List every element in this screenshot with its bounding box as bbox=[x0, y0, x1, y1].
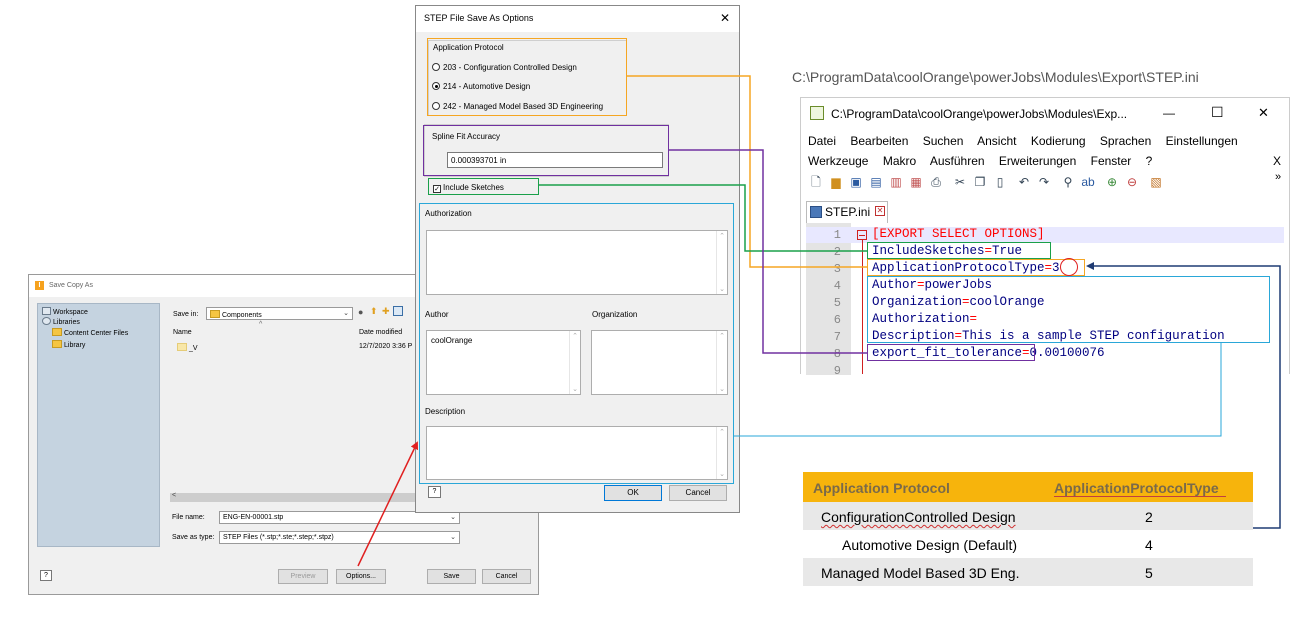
connector-app-protocol bbox=[627, 75, 867, 268]
options-to-dialog-arrow bbox=[357, 441, 419, 567]
connector-protocol-table bbox=[1086, 262, 1281, 529]
connector-include-sketches bbox=[539, 184, 867, 252]
connector-text-fields bbox=[734, 343, 1222, 437]
connector-overlay bbox=[357, 75, 1281, 567]
